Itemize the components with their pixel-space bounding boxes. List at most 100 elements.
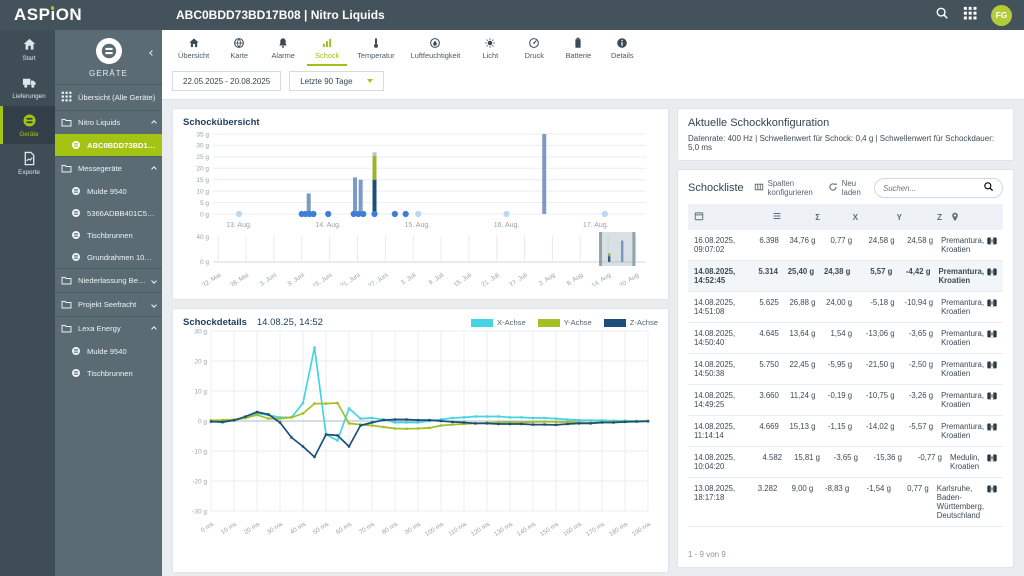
date-range-input[interactable]: 22.05.2025 - 20.08.2025 bbox=[172, 71, 282, 91]
shock-row[interactable]: 14.08.2025, 14:50:38 5.750 22,45 g -5,95 g -2… bbox=[688, 354, 1003, 385]
tab-druck[interactable]: Druck bbox=[514, 35, 554, 66]
sidebar-device-tischbrunnen[interactable]: Tischbrunnen bbox=[55, 362, 162, 384]
tab-luftfeuchtigkeit[interactable]: Luftfeuchtigkeit bbox=[405, 35, 467, 66]
tab-details[interactable]: Details bbox=[602, 35, 642, 66]
column-header-x[interactable]: X bbox=[820, 213, 858, 222]
avatar[interactable]: FG bbox=[991, 4, 1012, 26]
svg-text:15. Juni: 15. Juni bbox=[311, 272, 333, 286]
logo-i: i bbox=[50, 5, 56, 24]
shock-date: 14.08.2025, 14:50:38 bbox=[694, 360, 736, 378]
tab-batterie[interactable]: Batterie bbox=[558, 35, 598, 66]
folder-icon bbox=[61, 275, 72, 286]
shock-overview-chart[interactable]: 0 g 5 g 10 g 15 g 20 g 25 g 30 g 35 g 13. Aug. 14… bbox=[183, 128, 658, 291]
legend-y-achse[interactable]: Y-Achse bbox=[537, 318, 592, 327]
search-icon[interactable] bbox=[935, 6, 949, 25]
shock-sum-g: 15,13 g bbox=[789, 422, 816, 431]
legend-x-achse[interactable]: X-Achse bbox=[471, 318, 526, 327]
shock-row[interactable]: 16.08.2025, 09:07:02 6.398 34,76 g 0,77 g 24,… bbox=[688, 230, 1003, 261]
device-icon bbox=[71, 140, 81, 150]
shock-details-chart[interactable]: 0 ms 10 ms 20 ms 30 ms 40 ms 50 ms 60 ms 70 ms 8… bbox=[183, 327, 658, 564]
shock-z-g: -3,26 g bbox=[908, 391, 934, 400]
shock-y-g: 24,58 g bbox=[868, 236, 895, 245]
shock-table-header: ΣXYZ bbox=[688, 204, 1003, 230]
shock-sum-g: 9,00 g bbox=[791, 484, 814, 493]
list-icon[interactable] bbox=[752, 211, 782, 223]
sidebar-device-abc0bdd73bd17b08[interactable]: ABC0BDD73BD17B08 bbox=[55, 134, 162, 156]
rail-item-start[interactable]: Start bbox=[0, 30, 55, 68]
home-icon bbox=[22, 37, 37, 52]
svg-text:21. Juni: 21. Juni bbox=[339, 272, 361, 286]
chevron-down-icon[interactable] bbox=[151, 277, 157, 284]
shock-row[interactable]: 14.08.2025, 14:51:08 5.625 26,88 g 24,00 g -5… bbox=[688, 292, 1003, 323]
svg-text:17. Aug.: 17. Aug. bbox=[583, 222, 609, 229]
shock-z-g: -5,57 g bbox=[908, 422, 934, 431]
sidebar-item-overview[interactable]: Übersicht (Alle Geräte) bbox=[55, 84, 162, 110]
shock-row[interactable]: 14.08.2025, 11:14:14 4.669 15,13 g -1,15 g -1… bbox=[688, 416, 1003, 447]
truck-icon bbox=[22, 75, 37, 90]
device-icon bbox=[71, 230, 81, 240]
sidebar-group-nitro-liquids[interactable]: Nitro Liquids bbox=[55, 110, 162, 134]
chevron-up-icon[interactable] bbox=[151, 119, 157, 126]
sidebar-device-mulde-9540[interactable]: Mulde 9540 bbox=[55, 340, 162, 362]
shock-sample-count: 5.314 bbox=[758, 267, 778, 276]
chevron-down-icon[interactable] bbox=[151, 301, 157, 308]
tab-schock[interactable]: Schock bbox=[307, 35, 348, 66]
shock-y-g: -14,02 g bbox=[865, 422, 895, 431]
device-tree: Nitro LiquidsABC0BDD73BD17B08Messegeräte… bbox=[55, 110, 162, 384]
shock-y-g: -21,50 g bbox=[865, 360, 895, 369]
shock-list-search[interactable] bbox=[874, 178, 1003, 198]
sidebar-device-tischbrunnen[interactable]: Tischbrunnen bbox=[55, 224, 162, 246]
shock-row[interactable]: 14.08.2025, 14:49:25 3.660 11,24 g -0,19 g -1… bbox=[688, 385, 1003, 416]
svg-text:130 ms: 130 ms bbox=[493, 521, 514, 538]
svg-text:80 ms: 80 ms bbox=[381, 521, 399, 536]
shock-x-g: -0,19 g bbox=[827, 391, 853, 400]
country-flag-icon bbox=[987, 453, 997, 462]
rail-item-exporte[interactable]: Exporte bbox=[0, 144, 55, 182]
svg-text:170 ms: 170 ms bbox=[585, 521, 606, 538]
chevron-up-icon[interactable] bbox=[151, 325, 157, 332]
svg-text:20. Aug: 20. Aug bbox=[618, 272, 640, 286]
top-bar: ASPiON ABC0BDD73BD17B08 | Nitro Liquids … bbox=[0, 0, 1024, 30]
column-header-y[interactable]: Y bbox=[858, 213, 902, 222]
apps-grid-icon[interactable] bbox=[963, 6, 977, 25]
legend-z-achse[interactable]: Z-Achse bbox=[603, 318, 658, 327]
rail-item-geräte[interactable]: Geräte bbox=[0, 106, 55, 144]
shock-x-g: -3,65 g bbox=[833, 453, 858, 462]
rail-item-lieferungen[interactable]: Lieferungen bbox=[0, 68, 55, 106]
shock-row[interactable]: 13.08.2025, 18:17:18 3.282 9,00 g -8,83 g -1,… bbox=[688, 478, 1003, 527]
sidebar-group-lexa-energy[interactable]: Lexa Energy bbox=[55, 316, 162, 340]
shock-x-g: -1,15 g bbox=[827, 422, 853, 431]
sidebar-group-messeger-te[interactable]: Messegeräte bbox=[55, 156, 162, 180]
preset-select[interactable]: Letzte 90 Tage bbox=[289, 71, 384, 91]
nav-rail: Start Lieferungen Geräte Exporte bbox=[0, 30, 55, 576]
svg-text:10 ms: 10 ms bbox=[220, 521, 238, 536]
svg-text:35 g: 35 g bbox=[196, 131, 209, 138]
reload-button[interactable]: Neu laden bbox=[828, 179, 864, 197]
sidebar-device-grundrahmen-1029463-00[interactable]: Grundrahmen 1029463.00 bbox=[55, 246, 162, 268]
svg-text:9. Juni: 9. Juni bbox=[286, 272, 305, 286]
tab-übersicht[interactable]: Übersicht bbox=[172, 35, 215, 66]
sidebar-group-niederlassung-berlin[interactable]: Niederlassung Berlin bbox=[55, 268, 162, 292]
collapse-panel-icon[interactable] bbox=[149, 42, 155, 60]
configure-columns-button[interactable]: Spalten konfigurieren bbox=[754, 179, 818, 197]
search-input[interactable] bbox=[883, 183, 983, 193]
calendar-icon[interactable] bbox=[694, 208, 752, 226]
sidebar-device-5366adbb401c5616-tes-[interactable]: 5366ADBB401C5616 - tes... bbox=[55, 202, 162, 224]
shock-row[interactable]: 14.08.2025, 14:50:40 4.645 13,64 g 1,54 g -13… bbox=[688, 323, 1003, 354]
tab-temperatur[interactable]: Temperatur bbox=[351, 35, 400, 66]
sidebar-device-mulde-9540[interactable]: Mulde 9540 bbox=[55, 180, 162, 202]
sidebar-group-projekt-seefracht[interactable]: Projekt Seefracht bbox=[55, 292, 162, 316]
column-header-z[interactable]: Z bbox=[902, 213, 942, 222]
shock-row[interactable]: 14.08.2025, 10:04:20 4.582 15,81 g -3,65 g -1… bbox=[688, 447, 1003, 478]
column-header-sigma[interactable]: Σ bbox=[782, 213, 820, 222]
tab-karte[interactable]: Karte bbox=[219, 35, 259, 66]
pin-icon[interactable] bbox=[942, 212, 997, 222]
tab-licht[interactable]: Licht bbox=[470, 35, 510, 66]
tab-alarme[interactable]: Alarme bbox=[263, 35, 303, 66]
svg-text:5 g: 5 g bbox=[200, 200, 209, 207]
shock-row[interactable]: 14.08.2025, 14:52:45 5.314 25,40 g 24,38 g 5,… bbox=[688, 261, 1003, 292]
svg-text:30 g: 30 g bbox=[194, 328, 207, 335]
svg-text:0 g: 0 g bbox=[200, 259, 209, 266]
chevron-up-icon[interactable] bbox=[151, 165, 157, 172]
svg-text:100 ms: 100 ms bbox=[424, 521, 445, 538]
